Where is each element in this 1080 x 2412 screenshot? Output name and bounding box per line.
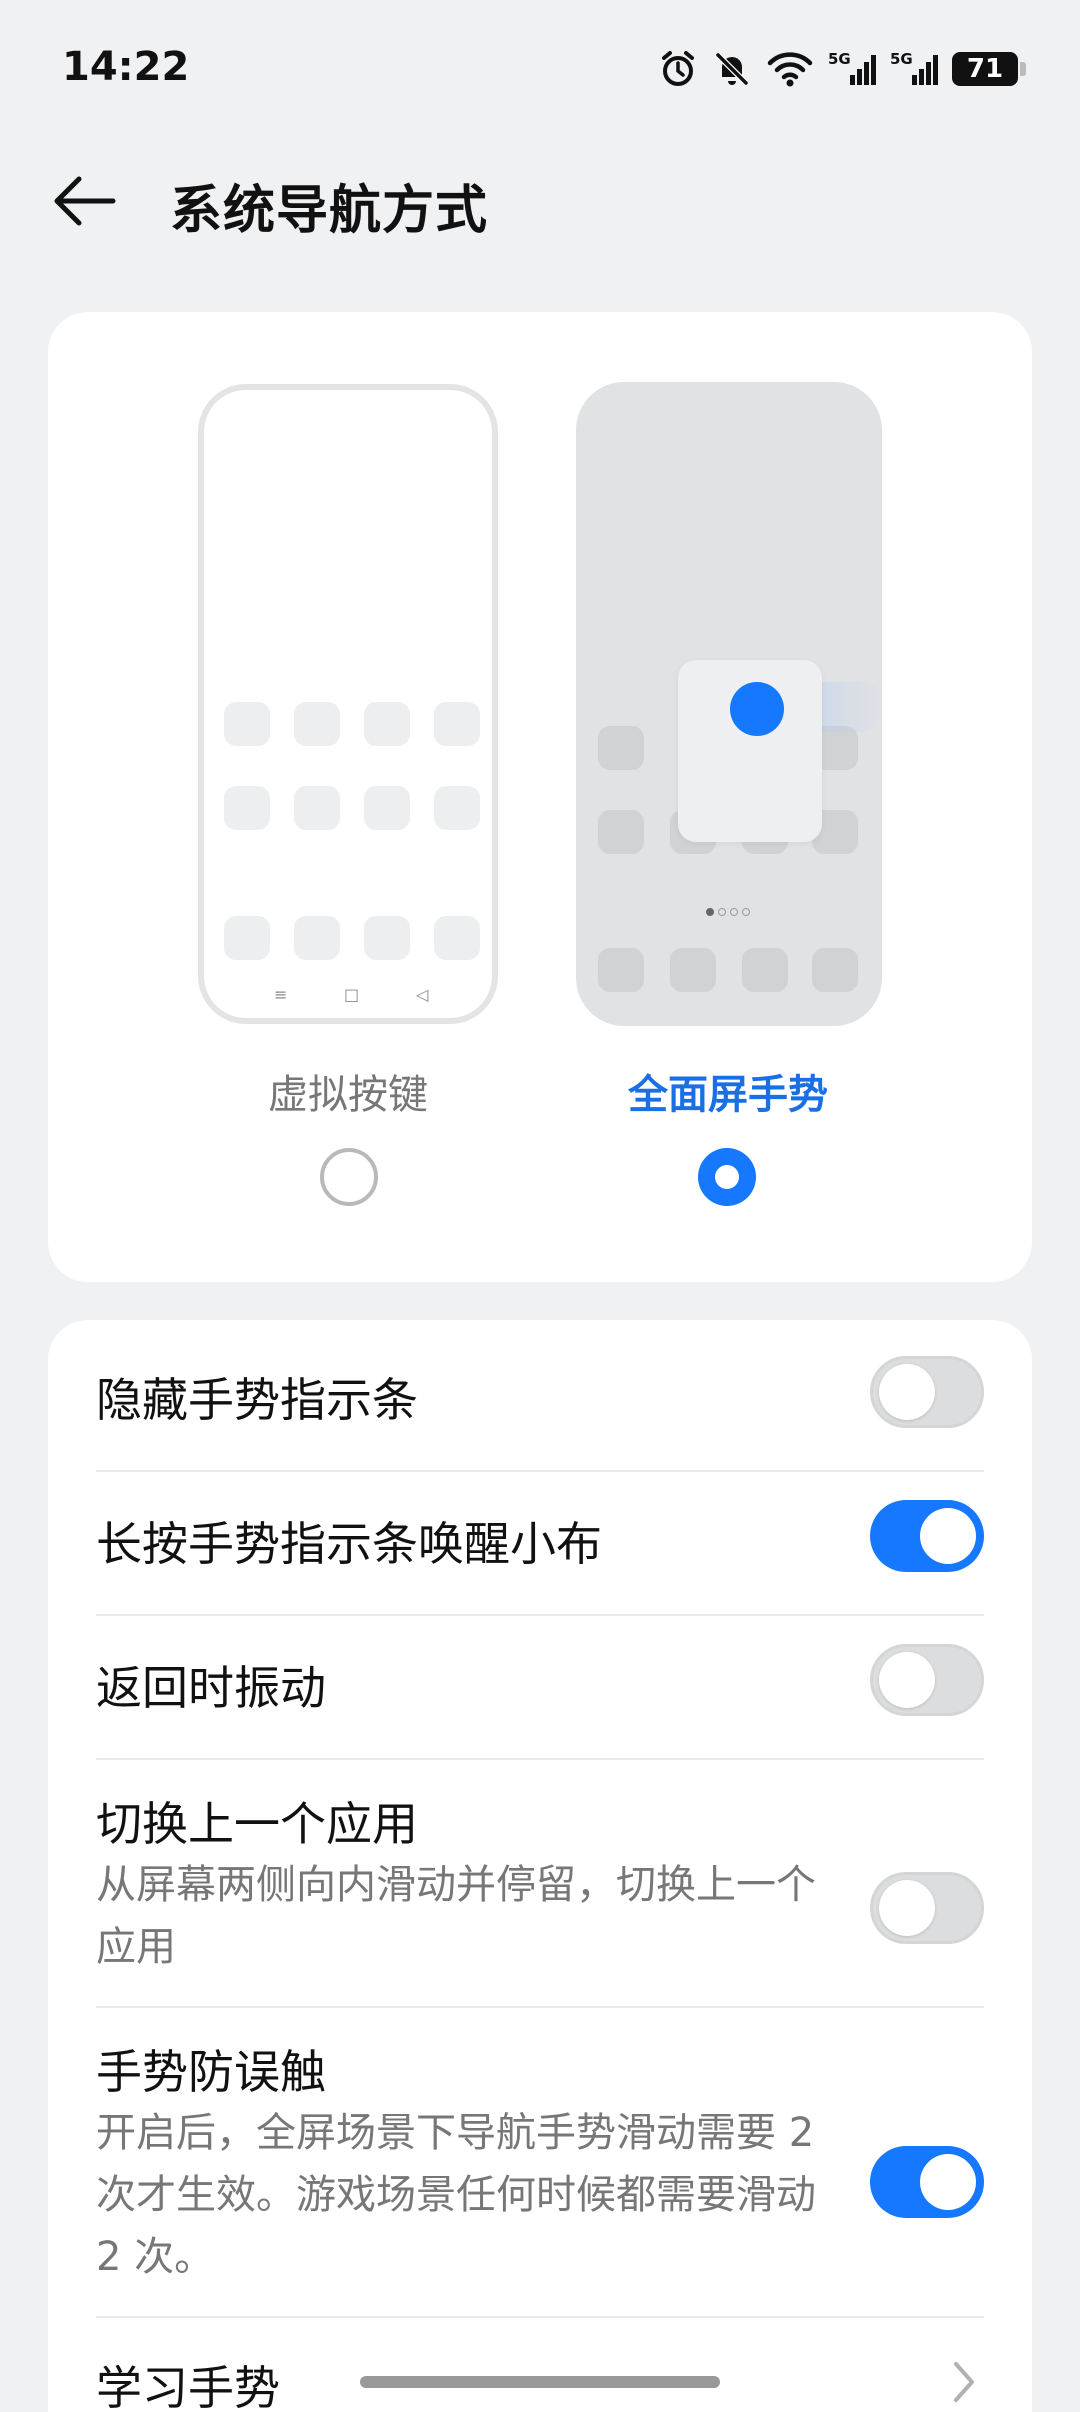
hide-gesture-bar-toggle[interactable] (870, 1356, 984, 1428)
app-icon-placeholder (434, 916, 480, 960)
status-time: 14:22 (62, 44, 190, 90)
status-bar: 14:22 5G 5G 71 (0, 0, 1080, 140)
switch-previous-app-toggle[interactable] (870, 1872, 984, 1944)
home-indicator[interactable] (360, 2376, 720, 2388)
virtual-buttons-label[interactable]: 虚拟按键 (198, 1062, 498, 1120)
app-icon-placeholder (742, 948, 788, 992)
gesture-radio[interactable] (698, 1148, 756, 1206)
setting-title: 手势防误触 (96, 2045, 326, 2099)
setting-learn-gestures[interactable]: 学习手势 (96, 2334, 984, 2412)
app-icon-placeholder (364, 916, 410, 960)
signal-5g-icon: 5G (890, 50, 938, 85)
arrow-left-icon (54, 176, 116, 226)
long-press-breeno-toggle[interactable] (870, 1500, 984, 1572)
setting-hide-gesture-bar[interactable]: 隐藏手势指示条 (96, 1344, 984, 1440)
divider (96, 2316, 984, 2318)
back-button[interactable] (44, 166, 124, 236)
setting-title: 隐藏手势指示条 (96, 1373, 418, 1427)
app-icon-placeholder (294, 916, 340, 960)
back-key-icon: ◁ (416, 985, 429, 1004)
setting-title: 学习手势 (96, 2361, 280, 2412)
svg-text:5G: 5G (890, 50, 913, 68)
app-icon-placeholder (364, 786, 410, 830)
divider (96, 1614, 984, 1616)
battery-indicator: 71 (952, 52, 1026, 86)
menu-key-icon: ≡ (274, 985, 288, 1004)
header: 系统导航方式 (0, 150, 1080, 250)
setting-switch-previous-app[interactable]: 切换上一个应用 从屏幕两侧向内滑动并停留，切换上一个应用 (96, 1776, 984, 1996)
setting-description: 从屏幕两侧向内滑动并停留，切换上一个应用 (96, 1862, 816, 1970)
app-icon-placeholder (434, 702, 480, 746)
app-icon-placeholder (670, 948, 716, 992)
app-icon-placeholder (598, 726, 644, 770)
app-icon-placeholder (224, 702, 270, 746)
app-icon-placeholder (434, 786, 480, 830)
virtual-buttons-radio[interactable] (320, 1148, 378, 1206)
navigation-mode-card: ≡ □ ◁ 虚拟按键 全面屏手势 (48, 312, 1032, 1282)
chevron-right-icon (954, 2362, 974, 2402)
home-key-icon: □ (344, 985, 360, 1004)
back-vibration-toggle[interactable] (870, 1644, 984, 1716)
setting-gesture-anti-mistouch[interactable]: 手势防误触 开启后，全屏场景下导航手势滑动需要 2 次才生效。游戏场景任何时候都… (96, 2024, 984, 2304)
alarm-icon (662, 51, 694, 86)
app-icon-placeholder (598, 948, 644, 992)
app-icon-placeholder (294, 702, 340, 746)
app-icon-placeholder (598, 810, 644, 854)
divider (96, 1758, 984, 1760)
status-icons: 5G 5G 71 (658, 44, 1026, 94)
app-icon-placeholder (224, 916, 270, 960)
setting-long-press-breeno[interactable]: 长按手势指示条唤醒小布 (96, 1488, 984, 1584)
setting-title: 长按手势指示条唤醒小布 (96, 1517, 602, 1571)
setting-title: 切换上一个应用 (96, 1797, 418, 1851)
app-icon-placeholder (364, 702, 410, 746)
gesture-anti-mistouch-toggle[interactable] (870, 2146, 984, 2218)
app-icon-placeholder (812, 948, 858, 992)
gesture-preview[interactable] (576, 382, 882, 1026)
page-title: 系统导航方式 (170, 181, 489, 241)
setting-title: 返回时振动 (96, 1661, 326, 1715)
divider (96, 2006, 984, 2008)
gesture-settings-card: 隐藏手势指示条 长按手势指示条唤醒小布 返回时振动 切换上一个应用 从屏幕两侧向… (48, 1320, 1032, 2412)
wifi-icon (767, 52, 813, 87)
page-indicator (706, 908, 750, 916)
setting-back-vibration[interactable]: 返回时振动 (96, 1632, 984, 1728)
gesture-touch-dot (730, 682, 784, 736)
app-icon-placeholder (224, 786, 270, 830)
setting-description: 开启后，全屏场景下导航手势滑动需要 2 次才生效。游戏场景任何时候都需要滑动 2… (96, 2110, 816, 2280)
app-icon-placeholder (294, 786, 340, 830)
divider (96, 1470, 984, 1472)
gesture-label[interactable]: 全面屏手势 (578, 1062, 878, 1120)
virtual-buttons-preview[interactable]: ≡ □ ◁ (198, 384, 498, 1024)
signal-5g-icon: 5G (828, 50, 876, 85)
svg-text:5G: 5G (828, 50, 851, 68)
bell-muted-icon (715, 52, 749, 86)
